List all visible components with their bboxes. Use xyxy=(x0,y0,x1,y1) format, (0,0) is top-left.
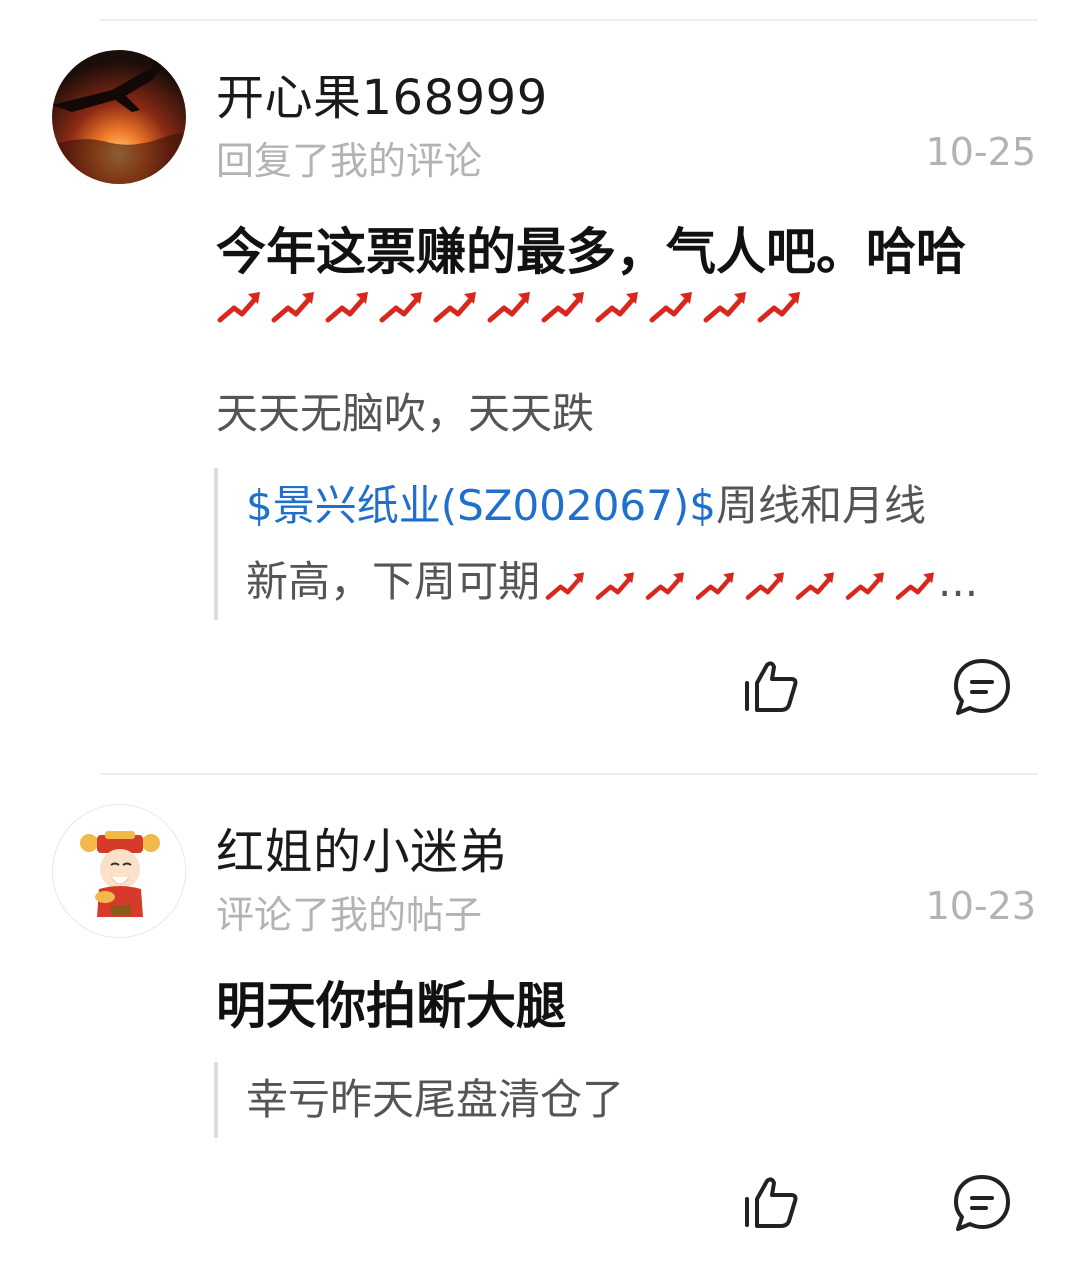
chart-up-emoji xyxy=(595,571,635,600)
thumbs-up-icon xyxy=(745,661,798,712)
action-text: 评论了我的帖子 xyxy=(216,893,483,937)
action-text: 回复了我的评论 xyxy=(216,139,483,183)
quoted-comment[interactable]: 幸亏昨天尾盘清仓了 xyxy=(214,1062,1036,1138)
timestamp: 10-25 xyxy=(925,130,1036,174)
top-divider xyxy=(100,19,1038,21)
chart-up-emoji-group xyxy=(544,567,938,603)
fortune-god-avatar xyxy=(53,805,185,937)
comment-emoji-row xyxy=(216,286,804,326)
username[interactable]: 开心果168999 xyxy=(216,58,548,128)
username[interactable]: 红姐的小迷弟 xyxy=(216,812,507,882)
item-divider xyxy=(100,773,1038,775)
comment-bubble-icon xyxy=(954,659,1010,715)
comment-text: 明天你拍断大腿 xyxy=(216,977,566,1035)
stock-link[interactable]: $景兴纸业(SZ002067)$ xyxy=(246,481,716,530)
chart-up-emoji xyxy=(487,292,530,323)
timestamp: 10-23 xyxy=(925,884,1036,928)
chart-up-emoji xyxy=(541,292,584,323)
chart-up-emoji xyxy=(433,292,476,323)
quote-line2: 新高，下周可期 xyxy=(246,557,541,606)
chart-up-emoji xyxy=(325,292,368,323)
avatar[interactable] xyxy=(52,804,186,938)
chart-up-emoji xyxy=(703,292,746,323)
quote-text: 幸亏昨天尾盘清仓了 xyxy=(246,1075,625,1124)
chart-up-emoji xyxy=(649,292,692,323)
chart-up-emoji xyxy=(645,571,685,600)
chart-up-emoji xyxy=(595,292,638,323)
chart-up-emoji xyxy=(795,571,835,600)
quote-line1: 周线和月线 xyxy=(715,481,926,530)
chart-up-emoji xyxy=(545,571,585,600)
like-button[interactable] xyxy=(736,652,806,722)
chart-up-emoji xyxy=(757,292,800,323)
chart-up-emoji xyxy=(845,571,885,600)
chart-up-emoji xyxy=(271,292,314,323)
airplane-sunset-avatar xyxy=(52,50,186,184)
chart-up-emoji xyxy=(695,571,735,600)
chart-up-emoji-group xyxy=(216,286,804,326)
reply-text: 天天无脑吹，天天跌 xyxy=(216,389,595,438)
quoted-comment[interactable]: $景兴纸业(SZ002067)$周线和月线 新高，下周可期... xyxy=(214,468,1036,620)
chart-up-emoji xyxy=(745,571,785,600)
reply-button[interactable] xyxy=(947,652,1017,722)
thumbs-up-icon xyxy=(745,1177,798,1228)
like-button[interactable] xyxy=(736,1168,806,1238)
avatar[interactable] xyxy=(52,50,186,184)
comment-bubble-icon xyxy=(954,1175,1010,1231)
chart-up-emoji xyxy=(379,292,422,323)
comment-text: 今年这票赚的最多，气人吧。哈哈 xyxy=(216,223,966,281)
chart-up-emoji xyxy=(895,571,935,600)
reply-button[interactable] xyxy=(947,1168,1017,1238)
ellipsis: ... xyxy=(938,557,979,606)
chart-up-emoji xyxy=(217,292,260,323)
